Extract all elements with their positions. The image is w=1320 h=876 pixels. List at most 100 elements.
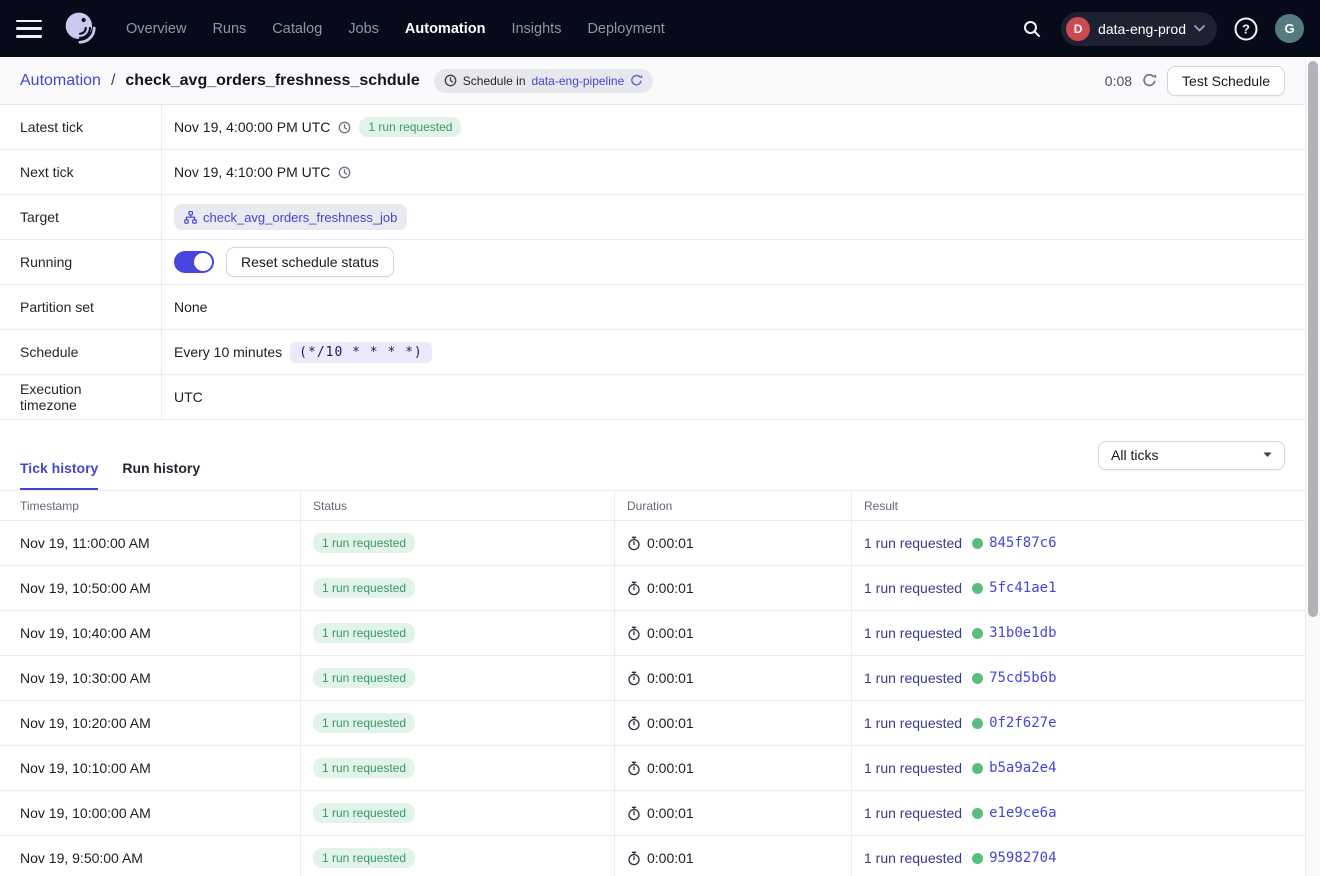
tick-result-link[interactable]: 1 run requested	[864, 670, 962, 686]
run-id-link[interactable]: 5fc41ae1	[989, 580, 1056, 596]
tick-timestamp: Nov 19, 10:00:00 AM	[20, 805, 151, 821]
run-id-link[interactable]: e1e9ce6a	[989, 805, 1056, 821]
tick-timestamp: Nov 19, 10:50:00 AM	[20, 580, 151, 596]
running-toggle[interactable]	[174, 251, 214, 273]
job-graph-icon	[184, 211, 197, 224]
tick-timestamp: Nov 19, 10:30:00 AM	[20, 670, 151, 686]
clock-icon	[444, 74, 457, 87]
run-id-link[interactable]: 845f87c6	[989, 535, 1056, 551]
breadcrumb-automation-link[interactable]: Automation	[20, 72, 101, 90]
tick-duration: 0:00:01	[647, 535, 694, 551]
schedule-location-badge: Schedule in data-eng-pipeline	[434, 69, 653, 93]
deployment-name: data-eng-prod	[1098, 21, 1186, 37]
clock-icon	[338, 121, 351, 134]
run-status-dot-icon	[972, 673, 983, 684]
nav-item[interactable]: Runs	[212, 21, 246, 37]
tick-result-link[interactable]: 1 run requested	[864, 805, 962, 821]
test-schedule-button[interactable]: Test Schedule	[1167, 66, 1285, 96]
tick-filter-value: All ticks	[1111, 447, 1158, 463]
menu-icon[interactable]	[16, 19, 42, 39]
tick-result-link[interactable]: 1 run requested	[864, 850, 962, 866]
table-header: Timestamp Status Duration Result	[0, 491, 1305, 521]
table-row: Nov 19, 10:50:00 AM 1 run requested 0:00…	[0, 566, 1305, 611]
target-label: Target	[0, 195, 162, 239]
scrollbar	[1305, 57, 1320, 876]
table-row: Nov 19, 10:10:00 AM 1 run requested 0:00…	[0, 746, 1305, 791]
caret-down-icon	[1263, 452, 1272, 458]
running-row: Running Reset schedule status	[0, 240, 1305, 285]
refresh-icon[interactable]	[630, 74, 643, 87]
dagster-logo-icon[interactable]	[62, 10, 100, 48]
tick-duration: 0:00:01	[647, 760, 694, 776]
tick-result-link[interactable]: 1 run requested	[864, 535, 962, 551]
partition-set-row: Partition set None	[0, 285, 1305, 330]
target-row: Target check_avg_orders_freshness_job	[0, 195, 1305, 240]
schedule-row: Schedule Every 10 minutes (*/10 * * * *)	[0, 330, 1305, 375]
column-header-duration: Duration	[614, 491, 851, 520]
search-icon[interactable]	[1017, 14, 1047, 44]
table-row: Nov 19, 10:40:00 AM 1 run requested 0:00…	[0, 611, 1305, 656]
stopwatch-icon	[627, 536, 641, 551]
timezone-label: Execution timezone	[0, 375, 162, 419]
scrollbar-thumb[interactable]	[1308, 61, 1318, 617]
run-id-link[interactable]: 75cd5b6b	[989, 670, 1056, 686]
table-row: Nov 19, 10:00:00 AM 1 run requested 0:00…	[0, 791, 1305, 836]
pipeline-link[interactable]: data-eng-pipeline	[532, 74, 625, 88]
tab-tick-history[interactable]: Tick history	[20, 460, 98, 490]
tab-run-history[interactable]: Run history	[122, 460, 200, 490]
nav-item[interactable]: Jobs	[348, 21, 379, 37]
deployment-switcher[interactable]: D data-eng-prod	[1061, 12, 1217, 46]
svg-text:?: ?	[1242, 21, 1250, 36]
tick-timestamp: Nov 19, 10:20:00 AM	[20, 715, 151, 731]
chevron-down-icon	[1194, 25, 1205, 32]
tick-result-link[interactable]: 1 run requested	[864, 715, 962, 731]
target-job-link[interactable]: check_avg_orders_freshness_job	[203, 210, 397, 225]
reset-schedule-status-button[interactable]: Reset schedule status	[226, 247, 394, 277]
nav-item[interactable]: Insights	[511, 21, 561, 37]
timezone-value: UTC	[174, 389, 203, 405]
nav-item[interactable]: Catalog	[272, 21, 322, 37]
tick-result-link[interactable]: 1 run requested	[864, 625, 962, 641]
breadcrumb-separator: /	[111, 72, 115, 90]
schedule-label: Schedule	[0, 330, 162, 374]
table-row: Nov 19, 11:00:00 AM 1 run requested 0:00…	[0, 521, 1305, 566]
run-status-dot-icon	[972, 583, 983, 594]
tick-duration: 0:00:01	[647, 850, 694, 866]
run-status-dot-icon	[972, 538, 983, 549]
running-label: Running	[0, 240, 162, 284]
user-avatar[interactable]: G	[1275, 14, 1304, 43]
refresh-icon[interactable]	[1142, 73, 1157, 88]
run-id-link[interactable]: 95982704	[989, 850, 1056, 866]
next-tick-label: Next tick	[0, 150, 162, 194]
run-id-link[interactable]: 31b0e1db	[989, 625, 1056, 641]
tick-duration: 0:00:01	[647, 805, 694, 821]
history-tabs-row: Tick history Run history All ticks	[0, 420, 1305, 490]
tick-table-body: Nov 19, 11:00:00 AM 1 run requested 0:00…	[0, 521, 1305, 876]
tick-status-badge: 1 run requested	[313, 578, 415, 598]
nav-item[interactable]: Automation	[405, 21, 486, 37]
next-tick-time: Nov 19, 4:10:00 PM UTC	[174, 164, 330, 180]
tick-filter-select[interactable]: All ticks	[1098, 441, 1285, 470]
next-tick-row: Next tick Nov 19, 4:10:00 PM UTC	[0, 150, 1305, 195]
stopwatch-icon	[627, 671, 641, 686]
tick-duration: 0:00:01	[647, 580, 694, 596]
column-header-status: Status	[300, 491, 614, 520]
tick-result-link[interactable]: 1 run requested	[864, 580, 962, 596]
table-row: Nov 19, 10:20:00 AM 1 run requested 0:00…	[0, 701, 1305, 746]
cron-expression: (*/10 * * * *)	[290, 342, 432, 363]
title-actions: 0:08 Test Schedule	[1105, 66, 1285, 96]
latest-tick-time: Nov 19, 4:00:00 PM UTC	[174, 119, 330, 135]
nav-item[interactable]: Deployment	[587, 21, 664, 37]
tick-duration: 0:00:01	[647, 715, 694, 731]
nav-item[interactable]: Overview	[126, 21, 186, 37]
tick-status-badge: 1 run requested	[313, 848, 415, 868]
tick-result-link[interactable]: 1 run requested	[864, 760, 962, 776]
latest-tick-row: Latest tick Nov 19, 4:00:00 PM UTC 1 run…	[0, 105, 1305, 150]
stopwatch-icon	[627, 806, 641, 821]
run-id-link[interactable]: 0f2f627e	[989, 715, 1056, 731]
timezone-row: Execution timezone UTC	[0, 375, 1305, 420]
help-icon[interactable]: ?	[1231, 14, 1261, 44]
target-job-chip[interactable]: check_avg_orders_freshness_job	[174, 204, 407, 230]
tick-timestamp: Nov 19, 9:50:00 AM	[20, 850, 143, 866]
run-id-link[interactable]: b5a9a2e4	[989, 760, 1056, 776]
